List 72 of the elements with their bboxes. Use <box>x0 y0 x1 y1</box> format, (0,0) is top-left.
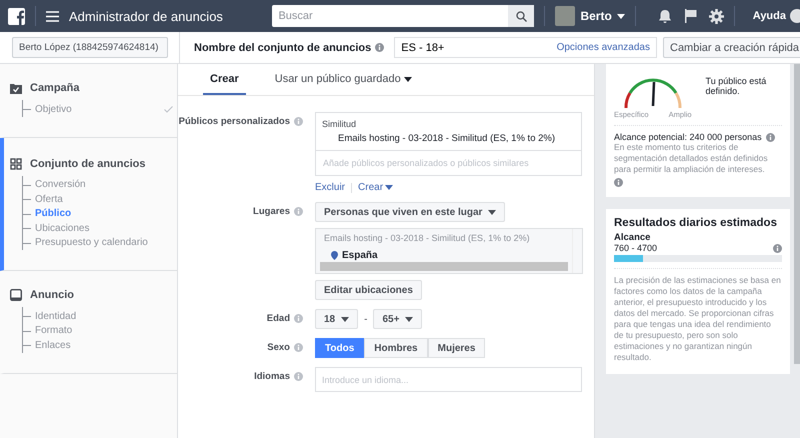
tab[interactable]: Crear <box>203 73 246 95</box>
grid-icon <box>10 158 22 170</box>
bell-icon[interactable] <box>658 8 672 24</box>
audience-status: Tu público está definido. <box>706 75 768 98</box>
search-field[interactable]: Buscar <box>272 5 508 27</box>
gender-option[interactable]: Todos <box>315 338 364 358</box>
info-icon[interactable] <box>294 372 303 381</box>
info-icon[interactable] <box>614 178 623 188</box>
info-icon[interactable] <box>294 207 303 216</box>
info-icon[interactable] <box>773 244 782 253</box>
info-icon[interactable] <box>294 314 303 323</box>
gender-option[interactable]: Mujeres <box>428 338 486 358</box>
section-title[interactable]: Anuncio <box>30 289 74 301</box>
logo-icon[interactable] <box>8 8 25 24</box>
range-separator: - <box>364 314 368 324</box>
menu-icon[interactable] <box>46 10 59 22</box>
potential-reach: Alcance potencial: 240 000 personas <box>614 132 762 142</box>
scrollbar-thumb[interactable] <box>320 262 568 271</box>
segmentation-note: En este momento tus criterios de segmentación detallados están definidos para permitir la ampliación de intereses. <box>614 142 769 176</box>
card-title: Resultados diarios estimados <box>614 217 778 230</box>
quick-creation-button[interactable]: Cambiar a creación rápida <box>663 37 800 58</box>
caret-icon <box>341 316 350 322</box>
field-label: Sexo <box>267 342 290 353</box>
field-label: Nombre del conjunto de anuncios <box>194 42 372 54</box>
info-icon[interactable] <box>766 132 775 142</box>
metric-label: Alcance <box>614 232 652 244</box>
folder-check-icon <box>10 82 22 94</box>
help-link[interactable]: Ayuda <box>752 10 786 22</box>
section-title[interactable]: Campaña <box>30 82 80 94</box>
field-label: Edad <box>266 313 290 324</box>
advanced-options-link[interactable]: Opciones avanzadas <box>556 42 650 53</box>
caret-icon <box>404 76 412 82</box>
user-menu[interactable]: Berto <box>555 6 625 26</box>
location-type-dropdown[interactable]: Personas que viven en este lugar <box>315 202 506 222</box>
search-button[interactable] <box>508 5 534 27</box>
field-label: Idiomas <box>254 371 290 382</box>
gender-option[interactable]: Hombres <box>364 338 428 358</box>
audience-field[interactable]: Similitud Emails hosting - 03-2018 - Similitud (ES, 1% to 2%) Añade públicos personalizados o públicos similares <box>315 112 582 176</box>
caret-icon <box>405 316 414 322</box>
create-link[interactable]: Crear <box>358 182 394 193</box>
ad-screen-icon <box>10 289 22 301</box>
flag-icon[interactable] <box>684 9 697 23</box>
caret-icon <box>616 14 625 18</box>
search-icon <box>516 10 527 22</box>
tab[interactable]: Usar un público guardado <box>268 73 419 95</box>
edit-locations-button[interactable]: Editar ubicaciones <box>315 280 422 300</box>
account-dropdown[interactable]: Berto López (188425974624814) <box>12 37 168 58</box>
info-icon[interactable] <box>375 43 384 52</box>
exclude-link[interactable]: Excluir <box>315 182 346 193</box>
age-min-dropdown[interactable]: 18 <box>315 309 358 329</box>
audience-name: Emails hosting - 03-2018 - Similitud (ES, 1% to 2%) <box>323 232 531 245</box>
ad-set-name-field[interactable]: ES - 18+ Opciones avanzadas <box>394 37 657 58</box>
scrollbar-thumb[interactable] <box>794 64 800 364</box>
help-icon[interactable] <box>790 9 800 23</box>
caret-icon <box>385 185 394 190</box>
settings-icon[interactable] <box>708 8 724 24</box>
field-label: Públicos personalizados <box>178 116 290 127</box>
group-label: Similitud <box>321 118 358 131</box>
info-icon[interactable] <box>294 117 303 126</box>
info-icon[interactable] <box>294 343 303 352</box>
caret-icon <box>488 210 496 214</box>
pin-icon <box>331 250 338 260</box>
app-title: Administrador de anuncios <box>69 8 224 24</box>
location-name: España <box>342 250 378 260</box>
sidebar-item[interactable]: Público <box>23 206 173 221</box>
estimate-note: La precisión de las estimaciones se basa en factores como los datos de la campaña anterior, el presupuesto introducido y los datos del mercado. Se proporcionan cifras para que tengas una idea del rendimiento de tu presupuesto, pero son solo estimaciones y no garantizan ningún resultado. <box>614 275 782 364</box>
reach-range: 760 - 4700 <box>614 243 658 254</box>
age-max-dropdown[interactable]: 65+ <box>373 309 422 329</box>
avatar-placeholder <box>555 6 576 26</box>
field-label: Lugares <box>253 206 290 217</box>
section-title[interactable]: Conjunto de anuncios <box>30 158 146 170</box>
language-field[interactable]: Introduce un idioma... <box>315 367 582 392</box>
